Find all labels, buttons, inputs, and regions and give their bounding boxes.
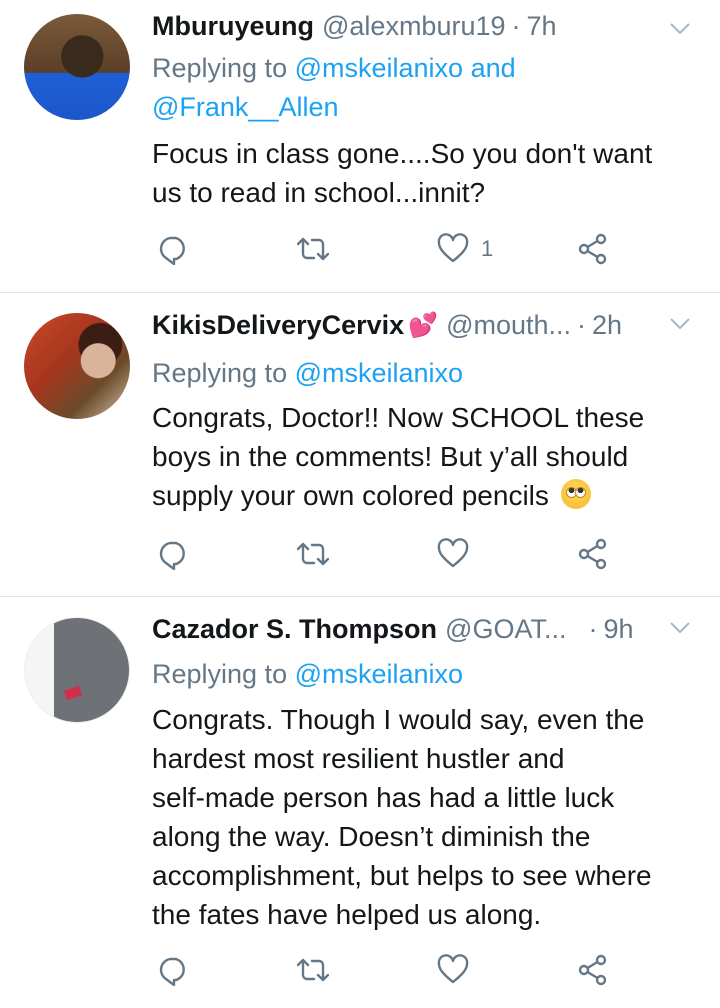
heart-icon [437,538,469,568]
replying-to: Replying to @mskeilanixo [152,354,696,393]
tweet-text-line: us to read in school...innit? [152,177,486,208]
tweet-text-line: Congrats, Doctor!! Now SCHOOL these [152,402,645,433]
tweet-text-line: Congrats. Though I would say, even the [152,704,645,735]
action-bar: 1 [152,229,632,269]
tweet-text: Congrats, Doctor!! Now SCHOOL these boys… [152,398,700,515]
user-handle[interactable]: @alexmburu19 [322,11,506,42]
tweet-text: Focus in class gone....So you don't want… [152,134,700,212]
chevron-down-icon[interactable] [668,16,692,40]
replying-prefix: Replying to [152,53,295,83]
tweet[interactable]: Mburuyeung @alexmburu19 · 7h Replying to… [0,0,720,293]
two-hearts-emoji: 💕 [408,311,439,339]
chevron-down-icon[interactable] [668,615,692,639]
action-bar [152,950,632,990]
share-icon [578,954,607,986]
avatar-detail [63,685,83,701]
share-icon [578,233,607,265]
retweet-button[interactable] [297,534,329,574]
tweet-header: KikisDeliveryCervix 💕 @mouth... · 2h [152,307,696,343]
heart-icon [437,233,469,263]
reply-button[interactable] [157,950,189,990]
tweet-text: Congrats. Though I would say, even the h… [152,700,700,934]
mention-link[interactable]: @Frank__Allen [152,92,339,122]
tweet-header: Cazador S. Thompson @GOAT... · 9h [152,611,696,647]
share-button[interactable] [577,950,609,990]
share-button[interactable] [577,229,609,269]
tweet-text-line: the fates have helped us along. [152,899,542,930]
reply-icon [159,236,185,265]
like-button[interactable]: 1 [437,229,493,269]
replying-to: Replying to @mskeilanixo [152,655,696,694]
avatar[interactable] [24,617,130,723]
retweet-button[interactable] [297,229,329,269]
display-name[interactable]: Cazador S. Thompson [152,614,437,645]
replying-prefix: Replying to [152,659,295,689]
share-icon [578,538,607,570]
display-name[interactable]: Mburuyeung [152,11,314,42]
share-button[interactable] [577,534,609,574]
retweet-icon [297,958,329,982]
reply-icon [159,957,185,986]
separator-dot: · [588,613,598,644]
tweet[interactable]: KikisDeliveryCervix 💕 @mouth... · 2h Rep… [0,293,720,597]
replying-to: Replying to @mskeilanixo and @Frank__All… [152,49,696,127]
reply-button[interactable] [157,229,189,269]
retweet-icon [297,237,329,261]
rolling-eyes-emoji [560,479,591,509]
mention-link[interactable]: @mskeilanixo [295,53,463,83]
tweet-text-line: self-made person has had a little luck [152,782,615,813]
tweet[interactable]: Cazador S. Thompson @GOAT... · 9h Replyi… [0,597,720,1008]
mention-link[interactable]: @mskeilanixo [295,659,463,689]
avatar[interactable] [24,14,130,120]
timestamp[interactable]: 2h [592,310,622,341]
tweet-text-line: hardest most resilient hustler and [152,743,565,774]
reply-icon [159,541,185,570]
timestamp[interactable]: 7h [527,11,557,42]
separator-dot: · [511,10,521,41]
mention-conjunction: and [463,53,516,83]
like-count: 1 [481,236,494,261]
display-name[interactable]: KikisDeliveryCervix [152,310,404,341]
replying-prefix: Replying to [152,358,295,388]
mention-link[interactable]: @mskeilanixo [295,358,463,388]
tweet-text-line: accomplishment, but helps to see where [152,860,652,891]
tweet-text-line: boys in the comments! But y’all should [152,441,629,472]
heart-icon [437,954,469,984]
reply-button[interactable] [157,534,189,574]
tweet-header: Mburuyeung @alexmburu19 · 7h [152,8,696,44]
action-bar [152,534,632,574]
like-button[interactable] [437,534,481,574]
retweet-icon [297,542,329,566]
timestamp[interactable]: 9h [603,614,633,645]
user-handle[interactable]: @mouth... [446,310,571,341]
retweet-button[interactable] [297,950,329,990]
user-handle[interactable]: @GOAT... [445,614,566,645]
chevron-down-icon[interactable] [668,311,692,335]
tweet-text-line: Focus in class gone....So you don't want [152,138,653,169]
avatar[interactable] [24,313,130,419]
tweet-text-line: along the way. Doesn’t diminish the [152,821,591,852]
separator-dot: · [577,309,587,340]
like-button[interactable] [437,950,481,990]
tweet-text-line: supply your own colored pencils [152,480,549,511]
